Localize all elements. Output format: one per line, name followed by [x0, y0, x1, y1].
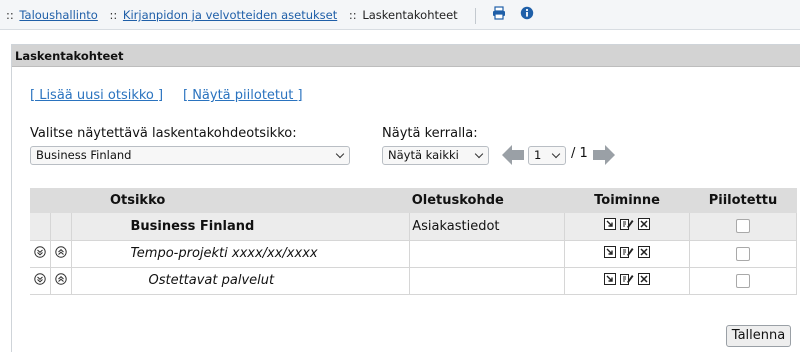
add-new-heading-link[interactable]: [ Lisää uusi otsikko ] [30, 88, 163, 103]
per-page-value: Näytä kaikki [388, 148, 459, 162]
row-hidden-cell [689, 213, 797, 241]
toolbar-divider [475, 7, 477, 24]
chevron-down-icon [335, 149, 345, 159]
page-select-value: 1 [534, 148, 542, 162]
chevron-down-icon [551, 149, 561, 159]
edit-icon[interactable] [620, 218, 634, 234]
edit-icon[interactable] [620, 246, 634, 262]
page-total: / 1 [571, 146, 588, 161]
row-actions [564, 267, 691, 295]
panel-title: Laskentakohteet [12, 45, 800, 67]
hidden-checkbox[interactable] [736, 219, 750, 234]
move-down-icon[interactable] [34, 245, 46, 262]
breadcrumb: :: Taloushallinto :: Kirjanpidon ja velv… [0, 0, 800, 30]
table-row: Tempo-projekti xxxx/xx/xxxx [30, 240, 797, 268]
move-down-icon[interactable] [34, 272, 46, 289]
heading-select[interactable]: Business Finland [30, 146, 350, 165]
row-default-target [409, 267, 566, 295]
breadcrumb-current: Laskentakohteet [362, 8, 458, 22]
row-hidden-cell [689, 267, 797, 295]
breadcrumb-separator: :: [109, 8, 118, 22]
header-title: Otsikko [71, 188, 410, 213]
table-header-row: Otsikko Oletuskohde Toiminne Piilotettu [30, 188, 797, 213]
row-title: Tempo-projekti xxxx/xx/xxxx [71, 240, 411, 268]
header-actions: Toiminne [564, 188, 690, 213]
breadcrumb-separator: :: [348, 8, 357, 22]
heading-select-value: Business Finland [36, 148, 132, 162]
table-row: Ostettavat palvelut [30, 267, 797, 295]
breadcrumb-link-taloushallinto[interactable]: Taloushallinto [19, 8, 97, 22]
header-default-target: Oletuskohde [409, 188, 565, 213]
move-up-icon[interactable] [55, 272, 68, 289]
row-actions [564, 213, 691, 241]
hidden-checkbox[interactable] [736, 246, 750, 261]
move-icon[interactable] [604, 272, 617, 289]
header-hidden: Piilotettu [689, 188, 797, 213]
breadcrumb-link-settings[interactable]: Kirjanpidon ja velvotteiden asetukset [123, 8, 337, 22]
row-title: Business Finland [71, 213, 411, 241]
chevron-down-icon [474, 149, 484, 159]
row-actions [564, 240, 691, 268]
move-icon[interactable] [604, 218, 617, 234]
save-button[interactable]: Tallenna [726, 325, 791, 347]
hidden-checkbox[interactable] [736, 273, 750, 288]
table-row: Business Finland Asiakastiedot [30, 213, 797, 241]
row-default-target [409, 240, 566, 268]
delete-icon[interactable] [638, 218, 651, 234]
show-hidden-link[interactable]: [ Näytä piilotetut ] [183, 88, 303, 103]
printer-icon[interactable] [492, 1, 506, 31]
heading-select-label: Valitse näytettävä laskentakohdeotsikko: [30, 126, 297, 141]
per-page-select[interactable]: Näytä kaikki [382, 146, 489, 165]
move-icon[interactable] [604, 245, 617, 262]
row-title: Ostettavat palvelut [71, 267, 411, 295]
delete-icon[interactable] [638, 245, 651, 262]
heading-table: Otsikko Oletuskohde Toiminne Piilotettu … [30, 188, 797, 295]
page-select[interactable]: 1 [528, 146, 566, 165]
next-page-arrow-icon[interactable] [593, 145, 615, 169]
info-icon[interactable] [520, 1, 534, 31]
row-default-target: Asiakastiedot [409, 213, 566, 241]
per-page-label: Näytä kerralla: [382, 126, 478, 141]
delete-icon[interactable] [638, 272, 651, 289]
row-hidden-cell [689, 240, 797, 268]
edit-icon[interactable] [620, 273, 634, 289]
breadcrumb-separator: :: [6, 8, 14, 22]
move-up-icon[interactable] [55, 245, 68, 262]
previous-page-arrow-icon[interactable] [502, 145, 524, 169]
